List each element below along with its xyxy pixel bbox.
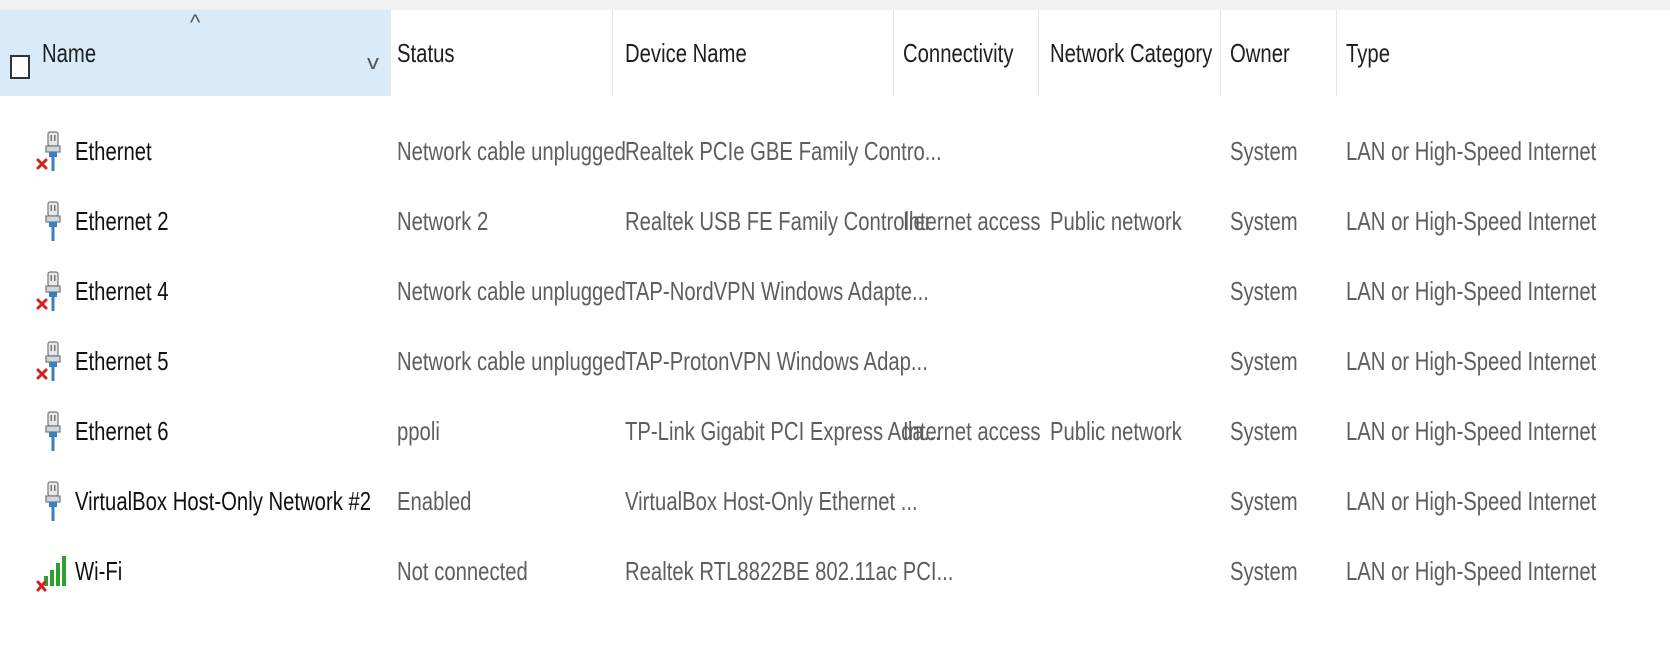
row-type: LAN or High-Speed Internet xyxy=(1346,135,1597,166)
row-owner: System xyxy=(1230,275,1298,306)
list-item[interactable]: VirtualBox Host-Only Network #2 Enabled … xyxy=(0,466,1670,536)
column-divider[interactable] xyxy=(612,10,613,96)
row-name: Ethernet 4 xyxy=(75,275,169,306)
row-name: Ethernet 5 xyxy=(75,345,169,376)
row-type: LAN or High-Speed Internet xyxy=(1346,205,1597,236)
row-name: Ethernet 6 xyxy=(75,415,169,446)
list-item[interactable]: Ethernet 5 Network cable unplugged TAP-P… xyxy=(0,326,1670,396)
chevron-down-icon[interactable]: v xyxy=(367,52,379,75)
row-type: LAN or High-Speed Internet xyxy=(1346,485,1597,516)
ethernet-icon xyxy=(34,410,70,452)
row-network-category: Public network xyxy=(1050,205,1182,236)
column-divider[interactable] xyxy=(893,10,894,96)
ethernet-disconnected-icon xyxy=(34,130,70,172)
wifi-disconnected-icon xyxy=(34,550,70,592)
row-status: Network 2 xyxy=(397,205,489,236)
list-item[interactable]: Wi-Fi Not connected Realtek RTL8822BE 80… xyxy=(0,536,1670,606)
column-header-network-category[interactable]: Network Category xyxy=(1050,10,1220,96)
column-header-status-label: Status xyxy=(397,37,455,68)
top-strip xyxy=(0,0,1670,10)
column-header: ^ Name v Status Device Name Connectivity… xyxy=(0,10,1670,96)
column-header-type[interactable]: Type xyxy=(1346,10,1666,96)
column-divider[interactable] xyxy=(1220,10,1221,96)
row-type: LAN or High-Speed Internet xyxy=(1346,275,1597,306)
column-header-type-label: Type xyxy=(1346,37,1390,68)
row-type: LAN or High-Speed Internet xyxy=(1346,555,1597,586)
column-header-device-name[interactable]: Device Name xyxy=(625,10,895,96)
column-divider[interactable] xyxy=(1336,10,1337,96)
select-all-checkbox[interactable] xyxy=(10,55,30,79)
column-header-owner-label: Owner xyxy=(1230,37,1290,68)
row-name: Ethernet xyxy=(75,135,152,166)
sort-ascending-icon: ^ xyxy=(190,10,201,35)
row-device-name: Realtek RTL8822BE 802.11ac PCI... xyxy=(625,555,954,586)
row-owner: System xyxy=(1230,485,1298,516)
list-item[interactable]: Ethernet 2 Network 2 Realtek USB FE Fami… xyxy=(0,186,1670,256)
column-header-name[interactable]: ^ Name v xyxy=(0,10,390,96)
row-device-name: VirtualBox Host-Only Ethernet ... xyxy=(625,485,918,516)
column-divider[interactable] xyxy=(1038,10,1039,96)
row-owner: System xyxy=(1230,345,1298,376)
column-header-status[interactable]: Status xyxy=(397,10,612,96)
column-header-owner[interactable]: Owner xyxy=(1230,10,1335,96)
column-header-device-name-label: Device Name xyxy=(625,37,747,68)
column-header-name-label: Name xyxy=(42,37,97,68)
row-status: Not connected xyxy=(397,555,528,586)
row-device-name: TAP-NordVPN Windows Adapte... xyxy=(625,275,929,306)
ethernet-disconnected-icon xyxy=(34,270,70,312)
row-device-name: TAP-ProtonVPN Windows Adap... xyxy=(625,345,928,376)
row-owner: System xyxy=(1230,135,1298,166)
row-type: LAN or High-Speed Internet xyxy=(1346,345,1597,376)
row-status: Enabled xyxy=(397,485,472,516)
column-divider[interactable] xyxy=(390,10,391,96)
ethernet-icon xyxy=(34,480,70,522)
list-item[interactable]: Ethernet 6 ppoli TP-Link Gigabit PCI Exp… xyxy=(0,396,1670,466)
column-header-connectivity-label: Connectivity xyxy=(903,37,1014,68)
row-status: ppoli xyxy=(397,415,440,446)
row-device-name: Realtek PCIe GBE Family Contro... xyxy=(625,135,942,166)
list-item[interactable]: Ethernet 4 Network cable unplugged TAP-N… xyxy=(0,256,1670,326)
ethernet-icon xyxy=(34,200,70,242)
list-item[interactable]: Ethernet Network cable unplugged Realtek… xyxy=(0,116,1670,186)
row-name: Ethernet 2 xyxy=(75,205,169,236)
row-network-category: Public network xyxy=(1050,415,1182,446)
row-owner: System xyxy=(1230,415,1298,446)
ethernet-disconnected-icon xyxy=(34,340,70,382)
row-owner: System xyxy=(1230,555,1298,586)
column-header-network-category-label: Network Category xyxy=(1050,37,1213,68)
row-type: LAN or High-Speed Internet xyxy=(1346,415,1597,446)
row-owner: System xyxy=(1230,205,1298,236)
row-name: Wi-Fi xyxy=(75,555,123,586)
column-header-connectivity[interactable]: Connectivity xyxy=(903,10,1038,96)
